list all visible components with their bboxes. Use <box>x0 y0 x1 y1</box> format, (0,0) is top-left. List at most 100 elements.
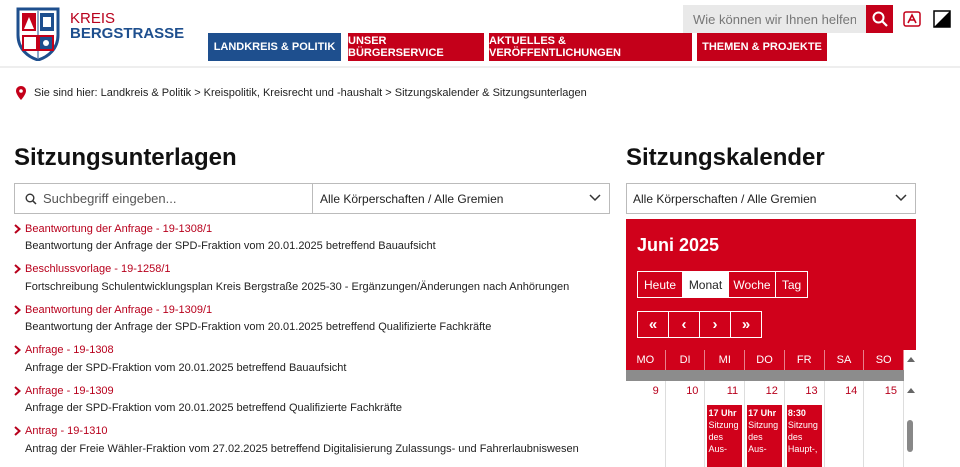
calendar-day-cell[interactable]: 11 17 Uhr Sitzung des Aus- <box>705 381 746 467</box>
gremien-filter-value: Alle Körperschaften / Alle Gremien <box>320 191 504 206</box>
event-time: 17 Uhr <box>748 408 777 418</box>
chevron-right-icon <box>14 385 21 396</box>
weekday-label: MI <box>705 350 746 370</box>
prev-year-button[interactable]: « <box>637 311 669 338</box>
event-title: Sitzung des Aus- <box>748 420 779 454</box>
document-description: Antrag der Freie Wähler-Fraktion vom 27.… <box>25 442 579 455</box>
calendar-event[interactable]: 8:30 Sitzung des Haupt-, <box>786 405 822 467</box>
list-item: Beantwortung der Anfrage - 19-1308/1 Bea… <box>14 221 614 262</box>
list-item: Antrag - 19-1310 Antrag der Freie Wähler… <box>14 424 614 465</box>
calendar-day-cell[interactable]: 9 <box>626 381 666 467</box>
calendar-day-cell[interactable]: 15 <box>864 381 905 467</box>
document-link[interactable]: Anfrage - 19-1309 <box>14 383 614 398</box>
view-today-button[interactable]: Heute <box>637 271 683 298</box>
document-title: Anfrage - 19-1309 <box>25 384 114 397</box>
coat-of-arms-logo[interactable] <box>14 5 62 61</box>
nav-aktuelles[interactable]: AKTUELLES & VERÖFFENTLICHUNGEN <box>489 33 692 61</box>
calendar-week-row: 9 10 11 17 Uhr Sitzung des Aus- 12 17 Uh… <box>626 381 905 467</box>
contrast-icon[interactable] <box>933 10 951 28</box>
weekday-header-row: MO DI MI DO FR SA SO <box>626 350 905 370</box>
chevron-down-icon <box>895 194 907 202</box>
calendar-event[interactable]: 17 Uhr Sitzung des Aus- <box>747 405 782 467</box>
document-link[interactable]: Beantwortung der Anfrage - 19-1308/1 <box>14 221 614 236</box>
weekday-label: FR <box>785 350 825 370</box>
document-description: Fortschreibung Schulentwicklungsplan Kre… <box>25 280 570 293</box>
brand-wordmark[interactable]: KREIS BERGSTRASSE <box>70 11 184 41</box>
nav-landkreis-politik[interactable]: LANDKREIS & POLITIK <box>208 33 341 61</box>
search-icon <box>872 11 888 27</box>
view-day-button[interactable]: Tag <box>775 271 808 298</box>
list-item: Beschlussvorlage - 19-1258/1 Fortschreib… <box>14 262 614 303</box>
chevron-right-icon <box>14 345 21 355</box>
calendar-view-switcher: Heute Monat Woche Tag <box>637 271 808 298</box>
event-title: Sitzung des Haupt-, <box>787 420 818 454</box>
brand-line2: BERGSTRASSE <box>70 25 185 42</box>
list-item: Beantwortung der Anfrage - 19-1309/1 Bea… <box>14 302 614 343</box>
calendar-day-cell[interactable]: 10 <box>666 381 706 467</box>
breadcrumb: Sie sind hier: Landkreis & Politik > Kre… <box>16 86 587 100</box>
sign-language-icon[interactable] <box>903 11 921 27</box>
calendar-day-cell[interactable]: 13 8:30 Sitzung des Haupt-, <box>785 381 825 467</box>
chevron-right-icon <box>14 304 21 315</box>
search-button[interactable] <box>866 5 893 33</box>
day-number: 9 <box>652 385 659 397</box>
scroll-up-arrow-icon[interactable] <box>907 388 915 393</box>
chevron-down-icon <box>589 194 601 202</box>
chevron-right-icon <box>14 264 21 274</box>
calendar-scrollbar[interactable] <box>904 350 916 467</box>
scrollbar-thumb[interactable] <box>907 420 913 452</box>
document-search-placeholder: Suchbegriff eingeben... <box>43 191 177 206</box>
document-link[interactable]: Antrag - 19-1310 <box>14 424 614 439</box>
calendar-filter-value: Alle Körperschaften / Alle Gremien <box>633 191 817 206</box>
document-title: Beantwortung der Anfrage - 19-1309/1 <box>25 303 213 316</box>
next-year-button[interactable]: » <box>730 311 762 338</box>
calendar-month-title: Juni 2025 <box>637 235 720 255</box>
document-link[interactable]: Beantwortung der Anfrage - 19-1309/1 <box>14 302 614 317</box>
next-month-button[interactable]: › <box>699 311 731 338</box>
list-item: Anfrage - 19-1308 Anfrage der SPD-Frakti… <box>14 343 614 384</box>
brand-line1: KREIS <box>70 10 116 27</box>
document-link[interactable]: Anfrage - 19-1308 <box>14 343 614 358</box>
day-number: 13 <box>805 385 818 397</box>
location-pin-icon <box>16 86 26 100</box>
document-search-field[interactable]: Suchbegriff eingeben... <box>14 183 313 214</box>
day-number: 10 <box>686 385 699 397</box>
calendar-widget: Juni 2025 Heute Monat Woche Tag « ‹ › » … <box>626 219 916 467</box>
weekday-label: SO <box>864 350 905 370</box>
day-number: 14 <box>845 385 858 397</box>
event-title: Sitzung des Aus- <box>708 420 739 454</box>
day-number: 12 <box>765 385 778 397</box>
document-title: Beschlussvorlage - 19-1258/1 <box>25 263 171 275</box>
calendar-gremien-filter-select[interactable]: Alle Körperschaften / Alle Gremien <box>626 183 916 214</box>
document-link[interactable]: Beschlussvorlage - 19-1258/1 <box>14 262 614 277</box>
document-description: Beantwortung der Anfrage der SPD-Fraktio… <box>25 321 492 333</box>
search-icon <box>25 193 37 205</box>
list-item: Anfrage - 19-1309 Anfrage der SPD-Frakti… <box>14 383 614 424</box>
scroll-up-arrow-icon[interactable] <box>907 357 915 362</box>
nav-themen-projekte[interactable]: THEMEN & PROJEKTE <box>697 33 827 61</box>
day-number: 15 <box>884 385 898 397</box>
gremien-filter-select[interactable]: Alle Körperschaften / Alle Gremien <box>312 183 610 214</box>
calendar-event[interactable]: 17 Uhr Sitzung des Aus- <box>707 405 743 467</box>
day-number: 11 <box>726 385 739 397</box>
document-description: Anfrage der SPD-Fraktion vom 20.01.2025 … <box>25 361 347 374</box>
document-title: Antrag - 19-1310 <box>25 425 108 437</box>
document-description: Beantwortung der Anfrage der SPD-Fraktio… <box>25 240 436 252</box>
document-title: Beantwortung der Anfrage - 19-1308/1 <box>25 222 213 235</box>
weekday-label: DI <box>666 350 706 370</box>
calendar-navigation: « ‹ › » <box>637 311 762 338</box>
breadcrumb-text[interactable]: Sie sind hier: Landkreis & Politik > Kre… <box>34 87 587 99</box>
chevron-right-icon <box>14 426 21 436</box>
header-divider <box>0 66 960 68</box>
calendar-day-cell[interactable]: 14 <box>825 381 865 467</box>
sitzungskalender-heading: Sitzungskalender <box>626 144 825 171</box>
weekday-label: DO <box>745 350 785 370</box>
view-week-button[interactable]: Woche <box>728 271 776 298</box>
site-search-input[interactable] <box>683 5 866 33</box>
calendar-day-cell[interactable]: 12 17 Uhr Sitzung des Aus- <box>745 381 785 467</box>
nav-buergerservice[interactable]: UNSER BÜRGERSERVICE <box>348 33 484 61</box>
weekday-label: MO <box>626 350 666 370</box>
prev-month-button[interactable]: ‹ <box>668 311 700 338</box>
chevron-right-icon <box>14 223 21 234</box>
view-month-button[interactable]: Monat <box>682 271 729 298</box>
